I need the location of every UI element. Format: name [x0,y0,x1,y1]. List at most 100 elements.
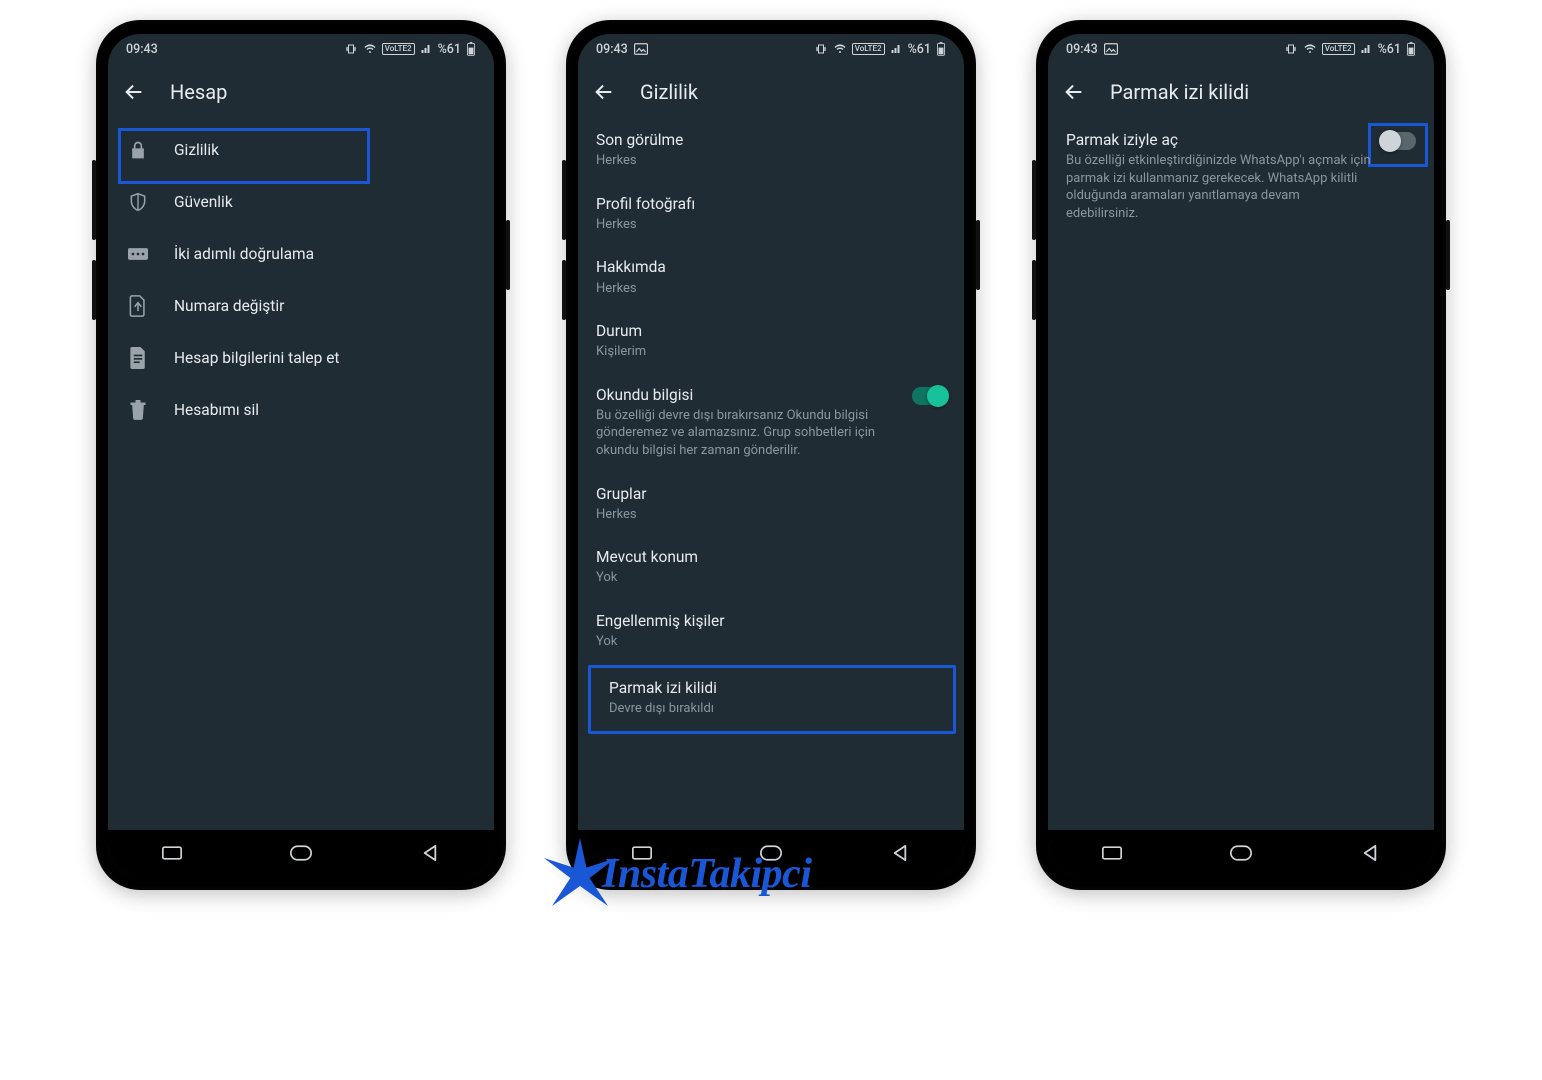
phone-frame-3: 09:43 VoLTE2 %61 [1036,20,1446,890]
row-label: İki adımlı doğrulama [174,245,314,263]
status-bar: 09:43 VoLTE2 %61 [1048,34,1434,64]
pref-profil-foto[interactable]: Profil fotoğrafı Herkes [578,184,964,248]
nav-home-button[interactable] [281,841,321,865]
back-button[interactable] [122,80,146,104]
status-network-label: VoLTE2 [852,43,885,55]
toggle-okundu[interactable] [912,387,946,405]
dots-icon [126,247,150,261]
pref-title: Durum [596,321,946,341]
wifi-icon [363,43,377,55]
battery-icon [466,42,476,56]
page-title: Hesap [170,80,227,104]
vibrate-icon [344,43,358,55]
pref-parmak-izi-ac[interactable]: Parmak iziyle aç Bu özelliği etkinleştir… [1048,120,1434,236]
toggle-parmak-izi[interactable] [1382,132,1416,150]
signal-icon [1360,43,1373,55]
row-label: Gizlilik [174,141,219,159]
pref-sub: Herkes [596,152,876,170]
android-nav-bar [578,830,964,876]
phone-screen-3: 09:43 VoLTE2 %61 [1048,34,1434,876]
wifi-icon [833,43,847,55]
pref-sub: Devre dışı bırakıldı [609,700,889,718]
row-label: Hesap bilgilerini talep et [174,349,339,367]
status-network-label: VoLTE2 [382,43,415,55]
pref-title: Engellenmiş kişiler [596,611,946,631]
row-label: Hesabımı sil [174,401,259,419]
shield-icon [126,192,150,212]
nav-back-button[interactable] [410,841,450,865]
trash-icon [126,400,150,420]
pref-durum[interactable]: Durum Kişilerim [578,311,964,375]
android-nav-bar [108,830,494,876]
row-hesap-bilgi[interactable]: Hesap bilgilerini talep et [108,332,494,384]
app-bar: Hesap [108,64,494,120]
app-bar: Gizlilik [578,64,964,120]
back-button[interactable] [1062,80,1086,104]
pref-title: Profil fotoğrafı [596,194,946,214]
status-battery-pct: %61 [908,42,931,57]
phone-frame-2: 09:43 VoLTE2 %61 [566,20,976,890]
phone-screen-1: 09:43 VoLTE2 %61 [108,34,494,876]
battery-icon [936,42,946,56]
back-button[interactable] [592,80,616,104]
page-title: Parmak izi kilidi [1110,80,1249,104]
row-label: Güvenlik [174,193,233,211]
row-gizlilik[interactable]: Gizlilik [108,124,494,176]
nav-home-button[interactable] [751,841,791,865]
gallery-notification-icon [634,43,648,55]
pref-title: Okundu bilgisi [596,385,904,405]
pref-title: Parmak iziyle aç [1066,130,1374,150]
status-bar: 09:43 VoLTE2 %61 [108,34,494,64]
app-bar: Parmak izi kilidi [1048,64,1434,120]
page-title: Gizlilik [640,80,698,104]
nav-back-button[interactable] [1350,841,1390,865]
pref-title: Parmak izi kilidi [609,678,935,698]
phone-screen-2: 09:43 VoLTE2 %61 [578,34,964,876]
file-icon [126,347,150,369]
pref-sub: Kişilerim [596,343,876,361]
pref-sub: Herkes [596,280,876,298]
row-label: Numara değiştir [174,297,284,315]
pref-sub: Yok [596,633,876,651]
status-time: 09:43 [596,42,628,57]
pref-title: Hakkımda [596,257,946,277]
battery-icon [1406,42,1416,56]
nav-recent-button[interactable] [152,841,192,865]
status-battery-pct: %61 [438,42,461,57]
sim-icon [126,295,150,317]
pref-son-gorulme[interactable]: Son görülme Herkes [578,120,964,184]
row-iki-adimli[interactable]: İki adımlı doğrulama [108,228,494,280]
pref-parmak-izi[interactable]: Parmak izi kilidi Devre dışı bırakıldı [588,665,956,735]
row-numara-degistir[interactable]: Numara değiştir [108,280,494,332]
row-hesabimi-sil[interactable]: Hesabımı sil [108,384,494,436]
pref-sub: Herkes [596,216,876,234]
row-guvenlik[interactable]: Güvenlik [108,176,494,228]
phone-frame-1: 09:43 VoLTE2 %61 [96,20,506,890]
wifi-icon [1303,43,1317,55]
gallery-notification-icon [1104,43,1118,55]
pref-hakkimda[interactable]: Hakkımda Herkes [578,247,964,311]
nav-back-button[interactable] [880,841,920,865]
status-network-label: VoLTE2 [1322,43,1355,55]
pref-engellenmis[interactable]: Engellenmiş kişiler Yok [578,601,964,665]
pref-sub: Herkes [596,506,876,524]
status-time: 09:43 [126,42,158,57]
pref-sub: Yok [596,569,876,587]
nav-recent-button[interactable] [622,841,662,865]
status-bar: 09:43 VoLTE2 %61 [578,34,964,64]
nav-home-button[interactable] [1221,841,1261,865]
pref-okundu[interactable]: Okundu bilgisi Bu özelliği devre dışı bı… [578,375,964,474]
vibrate-icon [1284,43,1298,55]
pref-title: Gruplar [596,484,946,504]
pref-sub: Bu özelliği devre dışı bırakırsanız Okun… [596,407,876,460]
pref-sub: Bu özelliği etkinleştirdiğinizde WhatsAp… [1066,152,1374,222]
status-time: 09:43 [1066,42,1098,57]
nav-recent-button[interactable] [1092,841,1132,865]
vibrate-icon [814,43,828,55]
status-battery-pct: %61 [1378,42,1401,57]
pref-title: Mevcut konum [596,547,946,567]
pref-mevcut-konum[interactable]: Mevcut konum Yok [578,537,964,601]
signal-icon [420,43,433,55]
signal-icon [890,43,903,55]
pref-gruplar[interactable]: Gruplar Herkes [578,474,964,538]
